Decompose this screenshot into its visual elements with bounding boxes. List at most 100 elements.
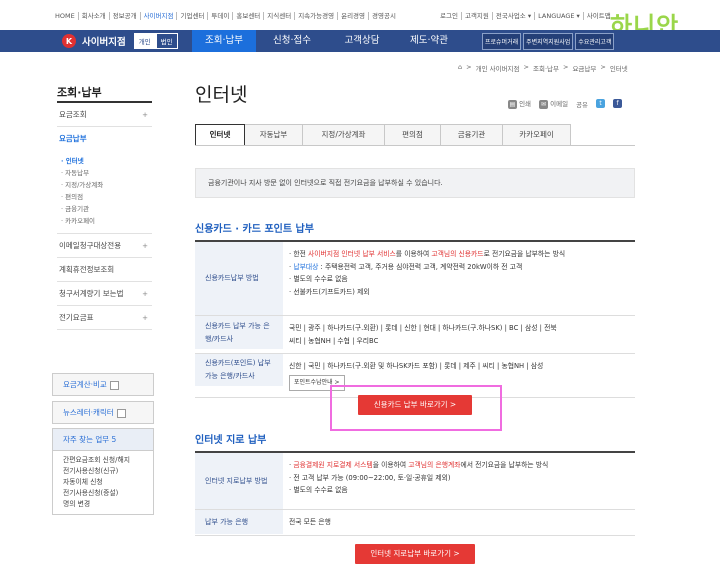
top-link[interactable]: 투데이 [208, 12, 234, 20]
sidebar-item-bill-payment[interactable]: 요금납부 [57, 127, 152, 151]
personal-toggle[interactable]: 개인 [133, 33, 156, 49]
cell-line: · 금융결제원 지로결제 서스템을 이용하여 고객님의 은행계좌에서 전기요금을… [289, 461, 549, 469]
tab-kakaopay[interactable]: 카카오페이 [503, 124, 571, 146]
menu-terms[interactable]: 제도·약관 [396, 30, 462, 52]
email-label: 이메일 [550, 100, 569, 108]
faq-box: 자주 찾는 업무 5 간편요금조회 신청/해지 전기사용신청(신규) 자동이체 … [52, 428, 154, 515]
faq-item[interactable]: 명의 변경 [63, 499, 143, 510]
sidebar-item-email-bill[interactable]: 이메일청구대상전용 + [57, 234, 152, 258]
top-links: HOME 회사소개 정보공개 사이버지점 기업센터 투데이 홍보센터 지식센터 지속가능경영 윤리… [52, 12, 399, 20]
tab-internet[interactable]: 인터넷 [195, 124, 245, 146]
top-link[interactable]: HOME [52, 12, 79, 20]
top-bar: HOME 회사소개 정보공개 사이버지점 기업센터 투데이 홍보센터 지식센터 지속가능경영 윤리… [0, 0, 720, 40]
page-tools: ▤ 인쇄 ✉ 이메일 공유 t f [508, 98, 623, 109]
faq-item[interactable]: 전기사용신청(신규) [63, 466, 143, 477]
submenu-convenience-store[interactable]: · 편의점 [61, 191, 152, 203]
sidebar-item-label: 요금조회 [59, 110, 87, 119]
menu-application[interactable]: 신청·접수 [256, 30, 328, 52]
table-row: 신용카드 납부 가능 은행/카드사 국민 | 광주 | 하나카드(구.외환) |… [195, 316, 635, 354]
payment-tabs: 인터넷 자동납부 지정/가상계좌 편의점 금융기관 카카오페이 [195, 124, 571, 146]
card-section-heading: 신용카드 · 카드 포인트 납부 [195, 224, 314, 235]
table-cell: 전국 모든 은행 [283, 510, 635, 535]
top-link[interactable]: 지식센터 [264, 12, 296, 20]
submenu-financial-institution[interactable]: · 금융기관 [61, 203, 152, 215]
facebook-icon[interactable]: f [613, 99, 623, 108]
top-link[interactable]: 정보공개 [110, 12, 141, 20]
faq-item[interactable]: 자동이체 신청 [63, 477, 143, 488]
cell-line: · 전 고객 납부 가능 (09:00~22:00, 토·일·공휴일 제외) [289, 473, 451, 482]
top-link[interactable]: 기업센터 [177, 12, 209, 20]
sidebar-item-meter-guide[interactable]: 청구서계량기 보는법 + [57, 282, 152, 306]
breadcrumb-item[interactable]: 인터넷 [610, 63, 628, 73]
faq-item[interactable]: 전기사용신청(증설) [63, 488, 143, 499]
submenu-label: 자동납부 [65, 169, 90, 177]
utility-link[interactable]: 전국사업소 ▾ [493, 12, 536, 20]
sidebar-item-rate-table[interactable]: 전기요금표 + [57, 306, 152, 330]
prosumer-button[interactable]: 프로슈머거래 [482, 33, 522, 50]
giro-payment-go-button[interactable]: 인터넷 지로납부 바로가기 > [355, 544, 475, 564]
utility-link[interactable]: LANGUAGE ▾ [535, 12, 584, 20]
page-title: 인터넷 [195, 84, 248, 106]
breadcrumb-item: > [466, 63, 472, 71]
tab-auto-pay[interactable]: 자동납부 [245, 124, 303, 146]
customer-type-toggle[interactable]: 개인 법인 [133, 33, 178, 49]
print-button[interactable]: ▤ 인쇄 [508, 98, 531, 109]
breadcrumb-item[interactable]: 개인 사이버지점 [476, 63, 520, 73]
sidebar-item-bill-inquiry[interactable]: 요금조회 + [57, 103, 152, 127]
cell-line: · 납부대상 : 주택용전력 고객, 주거용 심야전력 고객, 계약전력 20k… [289, 262, 523, 271]
top-link[interactable]: 회사소개 [79, 12, 110, 20]
home-icon[interactable]: ⌂ [458, 63, 462, 73]
sidebar-item-outage-info[interactable]: 계획휴전정보조회 [57, 258, 152, 282]
top-link[interactable]: 사이버지점 [141, 12, 178, 20]
submenu-label: 편의점 [65, 193, 84, 201]
cell-line: · 별도의 수수료 없음 [289, 275, 348, 283]
submenu-internet[interactable]: · 인터넷 [61, 155, 152, 167]
table-row: 납부 가능 은행 전국 모든 은행 [195, 510, 635, 536]
table-row: 인터넷 지로납부 방법 · 금융결제원 지로결제 서스템을 이용하여 고객님의 … [195, 453, 635, 510]
utility-link[interactable]: 로그인 [437, 12, 462, 20]
demand-management-button[interactable]: 수요관리고객 [575, 33, 615, 50]
submenu-auto-pay[interactable]: · 자동납부 [61, 167, 152, 179]
utility-links: 로그인 고객지원 전국사업소 ▾ LANGUAGE ▾ 사이트맵 [437, 12, 614, 20]
table-cell: · 금융결제원 지로결제 서스템을 이용하여 고객님의 은행계좌에서 전기요금을… [283, 453, 635, 509]
tab-underline [195, 145, 635, 146]
breadcrumb-item[interactable]: 조회·납부 [533, 63, 559, 73]
cell-line: · 별도의 수수료 없음 [289, 486, 348, 494]
tab-convenience-store[interactable]: 편의점 [385, 124, 441, 146]
card-payment-go-button[interactable]: 신용카드 납부 바로가기 > [358, 395, 472, 415]
giro-section-heading: 인터넷 지로 납부 [195, 435, 267, 446]
cyber-branch-logo[interactable]: K 사이버지점 개인 법인 [52, 30, 192, 52]
top-link[interactable]: 홍보센터 [233, 12, 265, 20]
submenu-virtual-account[interactable]: · 지정/가상계좌 [61, 179, 152, 191]
share-label: 공유 [576, 100, 589, 109]
newsletter-icon [116, 408, 126, 418]
top-link[interactable]: 경영공시 [369, 12, 399, 20]
table-header-cell: 인터넷 지로납부 방법 [195, 453, 283, 509]
table-header-cell: 신용카드납부 방법 [195, 242, 283, 315]
corporate-toggle[interactable]: 법인 [155, 33, 178, 49]
menu-inquiry-payment[interactable]: 조회·납부 [192, 30, 256, 52]
breadcrumb-item[interactable]: 요금납부 [572, 63, 596, 73]
cell-line: 신한 | 국민 | 하나카드(구.외환 및 하나SK카드 포함) | 롯데 | … [289, 362, 544, 370]
submenu-label: 지정/가상계좌 [65, 181, 104, 189]
newsletter-box[interactable]: 뉴스레터·캐릭터 [52, 401, 154, 424]
faq-item[interactable]: 간편요금조회 신청/해지 [63, 455, 143, 466]
tab-financial-institution[interactable]: 금융기관 [441, 124, 503, 146]
utility-link[interactable]: 고객지원 [462, 12, 493, 20]
sidebar-submenu: · 인터넷 · 자동납부 · 지정/가상계좌 · 편의점 · 금융기관 · 카카… [57, 151, 152, 234]
tab-virtual-account[interactable]: 지정/가상계좌 [303, 124, 385, 146]
notice-box: 금융기관이나 지사 방문 없이 인터넷으로 직접 전기요금을 납부하실 수 있습… [195, 168, 635, 198]
table-header-cell: 신용카드 납부 가능 은행/카드사 [195, 316, 283, 349]
menu-consultation[interactable]: 고객상담 [328, 30, 396, 52]
email-button[interactable]: ✉ 이메일 [539, 98, 568, 109]
cell-line: · 한전 사이버지점 인터넷 납부 서비스를 이용하여 고객님의 신용카드로 전… [289, 250, 566, 258]
bill-calculator-box[interactable]: 요금계산·비교 [52, 373, 154, 396]
twitter-icon[interactable]: t [596, 99, 606, 108]
table-header-cell: 납부 가능 은행 [195, 510, 283, 534]
newsletter-label: 뉴스레터·캐릭터 [63, 408, 114, 417]
top-link[interactable]: 지속가능경영 [295, 12, 339, 20]
submenu-kakaopay[interactable]: · 카카오페이 [61, 215, 152, 227]
local-support-button[interactable]: 주변지역지원사업 [523, 33, 574, 50]
table-row: 신용카드납부 방법 · 한전 사이버지점 인터넷 납부 서비스를 이용하여 고객… [195, 242, 635, 316]
top-link[interactable]: 윤리경영 [338, 12, 370, 20]
